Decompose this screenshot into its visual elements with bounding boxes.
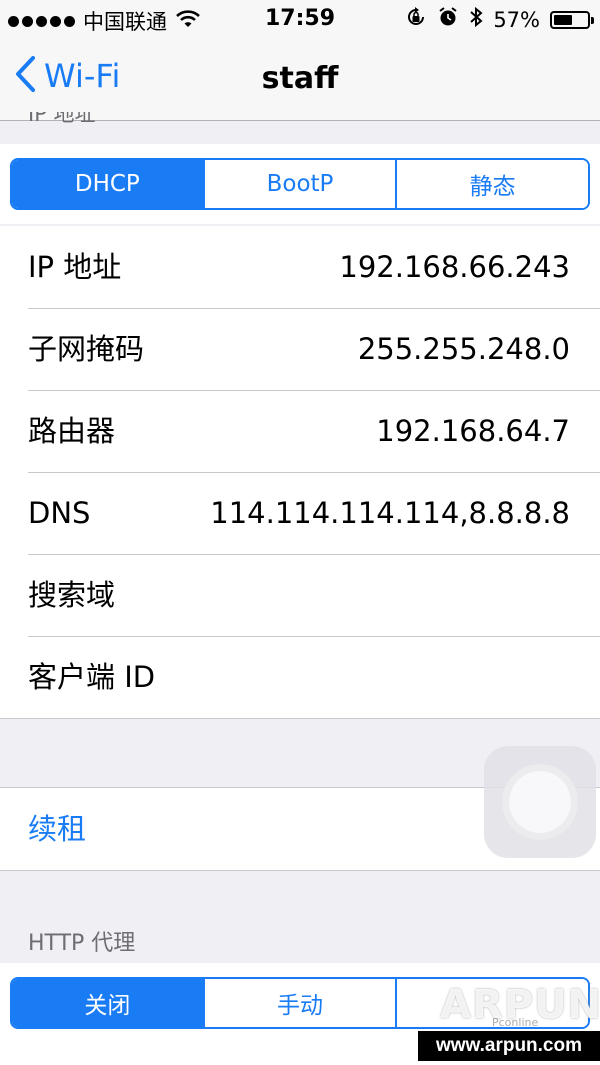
proxy-section-header: HTTP 代理	[28, 931, 136, 956]
rotation-lock-icon	[405, 6, 427, 33]
battery-percent: 57%	[493, 7, 540, 32]
row-label: 路由器	[28, 414, 116, 448]
bluetooth-icon	[469, 6, 483, 33]
row-value: 114.114.114.114,8.8.8.8	[210, 496, 570, 530]
row-client-id[interactable]: 客户端 ID	[0, 636, 600, 718]
segment-dhcp[interactable]: DHCP	[12, 160, 203, 208]
row-ip-address: IP 地址 192.168.66.243	[0, 226, 600, 308]
watermark-url: www.arpun.com	[418, 1031, 600, 1061]
segment-static[interactable]: 静态	[395, 160, 588, 208]
row-router: 路由器 192.168.64.7	[0, 390, 600, 472]
row-value: 255.255.248.0	[357, 332, 570, 366]
segment-bootp[interactable]: BootP	[202, 160, 396, 208]
row-label: 搜索域	[28, 578, 116, 612]
row-value: 192.168.66.243	[339, 250, 570, 284]
row-subnet-mask: 子网掩码 255.255.248.0	[0, 308, 600, 390]
segment-proxy-manual[interactable]: 手动	[202, 979, 396, 1027]
nav-bar: Wi-Fi staff	[0, 40, 600, 121]
ip-section-header: IP 地址	[28, 112, 96, 126]
row-label: DNS	[28, 496, 91, 530]
row-label: IP 地址	[28, 250, 122, 284]
row-label: 客户端 ID	[28, 660, 156, 694]
status-right: 57%	[405, 6, 594, 33]
renew-lease-label: 续租	[28, 812, 87, 846]
row-dns[interactable]: DNS 114.114.114.114,8.8.8.8	[0, 472, 600, 554]
row-label: 子网掩码	[28, 332, 145, 366]
segment-proxy-off[interactable]: 关闭	[12, 979, 203, 1027]
status-bar: 中国联通 17:59 57%	[0, 0, 600, 40]
battery-icon	[550, 10, 594, 29]
row-value: 192.168.64.7	[376, 414, 570, 448]
row-search-domains[interactable]: 搜索域	[0, 554, 600, 636]
page-title: staff	[261, 61, 339, 96]
assistive-touch-icon	[509, 771, 571, 833]
watermark-sub: Pconline	[492, 1016, 539, 1029]
ip-mode-segmented-control: DHCP BootP 静态	[10, 158, 590, 210]
ip-details-group: IP 地址 192.168.66.243 子网掩码 255.255.248.0 …	[0, 226, 600, 719]
alarm-icon	[437, 6, 459, 33]
assistive-touch-button[interactable]	[484, 746, 596, 858]
